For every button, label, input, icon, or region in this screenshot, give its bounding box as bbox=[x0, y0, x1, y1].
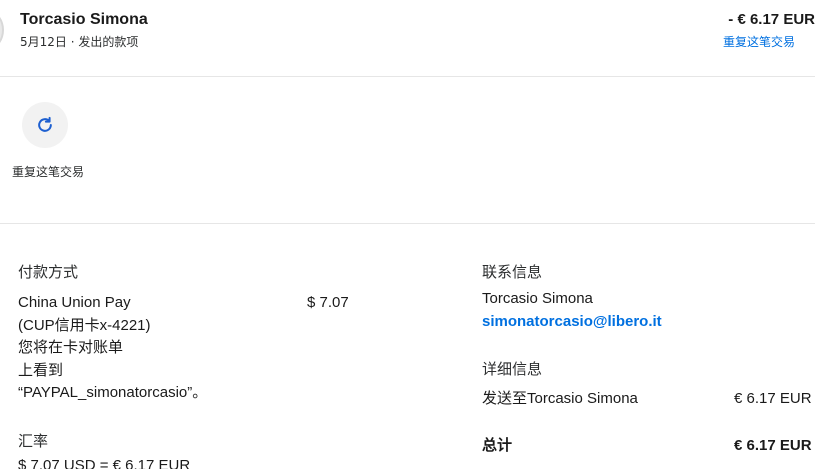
total-amount: € 6.17 EUR bbox=[734, 437, 812, 454]
exchange-rate-value: $ 7.07 USD = € 6.17 EUR bbox=[18, 457, 191, 469]
transaction-header: Torcasio Simona 5月12日 · 发出的款项 - € 6.17 E… bbox=[0, 0, 815, 77]
payment-statement-note-1: 您将在卡对账单 bbox=[18, 339, 124, 356]
transaction-subtitle: 5月12日 · 发出的款项 bbox=[20, 35, 139, 49]
sent-to-amount: € 6.17 EUR bbox=[734, 390, 812, 407]
payment-statement-descriptor: “PAYPAL_simonatorcasio”。 bbox=[18, 384, 208, 401]
total-label: 总计 bbox=[482, 437, 513, 454]
contact-email-link[interactable]: simonatorcasio@libero.it bbox=[482, 313, 662, 330]
payment-amount: $ 7.07 bbox=[307, 294, 349, 311]
payment-method-heading: 付款方式 bbox=[18, 263, 79, 281]
repeat-transaction-label: 重复这笔交易 bbox=[11, 165, 84, 179]
actions-bar: 重复这笔交易 bbox=[0, 78, 815, 224]
sent-to-label: 发送至Torcasio Simona bbox=[482, 390, 638, 407]
repeat-transaction-button[interactable] bbox=[22, 102, 68, 148]
recipient-name: Torcasio Simona bbox=[20, 11, 148, 28]
details-heading: 详细信息 bbox=[482, 360, 543, 378]
payment-statement-note-2: 上看到 bbox=[18, 362, 64, 379]
avatar bbox=[0, 12, 4, 48]
repeat-transaction-link[interactable]: 重复这笔交易 bbox=[723, 33, 795, 50]
exchange-rate-heading: 汇率 bbox=[18, 432, 49, 450]
refresh-icon bbox=[38, 116, 52, 132]
contact-name: Torcasio Simona bbox=[482, 290, 593, 307]
transaction-amount: - € 6.17 EUR bbox=[728, 11, 815, 28]
payment-method-name: China Union Pay bbox=[18, 294, 131, 311]
contact-info-heading: 联系信息 bbox=[482, 263, 543, 281]
payment-method-card: (CUP信用卡x-4221) bbox=[18, 317, 151, 334]
